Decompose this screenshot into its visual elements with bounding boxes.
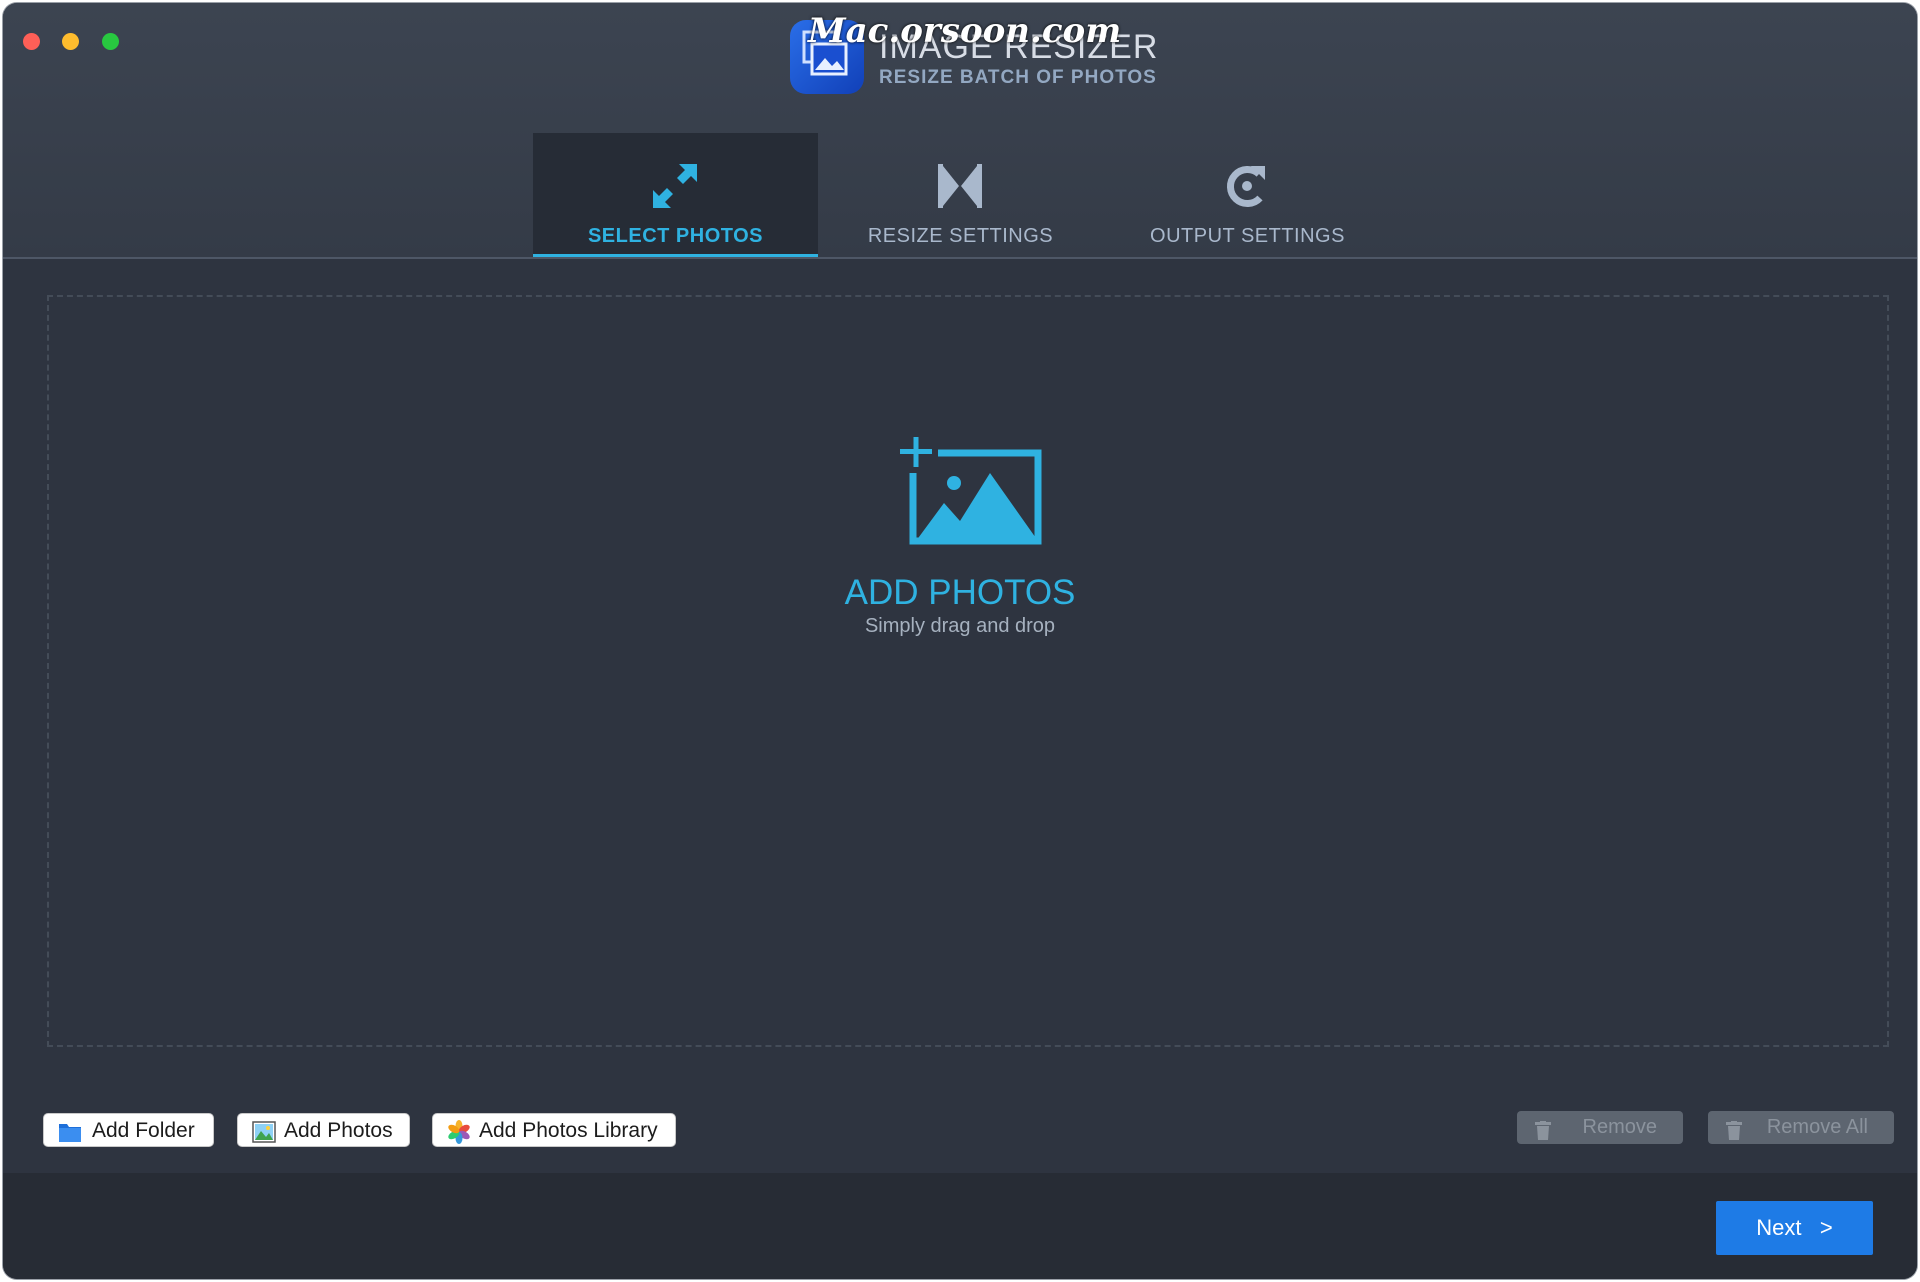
drop-zone[interactable] (47, 295, 1889, 1047)
add-photos-label: Add Photos (284, 1119, 393, 1142)
add-photos-library-button[interactable]: Add Photos Library (432, 1113, 676, 1147)
watermark: Mac.orsoon.com (808, 11, 1122, 51)
tab-select-photos[interactable]: SELECT PHOTOS (533, 133, 818, 257)
drop-title: ADD PHOTOS (844, 573, 1076, 612)
tab-label: RESIZE SETTINGS (867, 225, 1054, 247)
maximize-window-button[interactable] (102, 33, 119, 50)
add-image-icon[interactable] (898, 437, 1043, 545)
app-subtitle: RESIZE BATCH OF PHOTOS (879, 67, 1157, 88)
drop-subtitle: Simply drag and drop (864, 615, 1056, 637)
remove-all-button[interactable]: Remove All (1708, 1111, 1894, 1144)
photo-icon (252, 1120, 276, 1143)
resize-bowtie-icon (818, 161, 1103, 211)
trash-icon (1726, 1118, 1742, 1140)
add-folder-button[interactable]: Add Folder (43, 1113, 214, 1147)
remove-button[interactable]: Remove (1517, 1111, 1683, 1144)
expand-arrows-icon (533, 161, 818, 211)
tab-label: OUTPUT SETTINGS (1150, 225, 1345, 247)
refresh-icon (1105, 161, 1390, 211)
minimize-window-button[interactable] (62, 33, 79, 50)
tab-label: SELECT PHOTOS (587, 225, 764, 247)
add-photos-button[interactable]: Add Photos (237, 1113, 410, 1147)
tab-output-settings[interactable]: OUTPUT SETTINGS (1105, 133, 1390, 257)
folder-icon (58, 1120, 82, 1142)
trash-icon (1535, 1118, 1551, 1140)
tab-divider (3, 257, 1917, 259)
photos-library-icon (447, 1120, 471, 1144)
tab-resize-settings[interactable]: RESIZE SETTINGS (818, 133, 1103, 257)
add-photos-library-label: Add Photos Library (479, 1119, 658, 1142)
add-folder-label: Add Folder (92, 1119, 195, 1142)
remove-label: Remove (1582, 1116, 1657, 1138)
footer-bar (3, 1173, 1917, 1279)
remove-all-label: Remove All (1766, 1116, 1868, 1138)
app-window: IMAGE RESIZER RESIZE BATCH OF PHOTOS Mac… (3, 3, 1917, 1279)
next-button[interactable]: Next > (1716, 1201, 1873, 1255)
close-window-button[interactable] (23, 33, 40, 50)
